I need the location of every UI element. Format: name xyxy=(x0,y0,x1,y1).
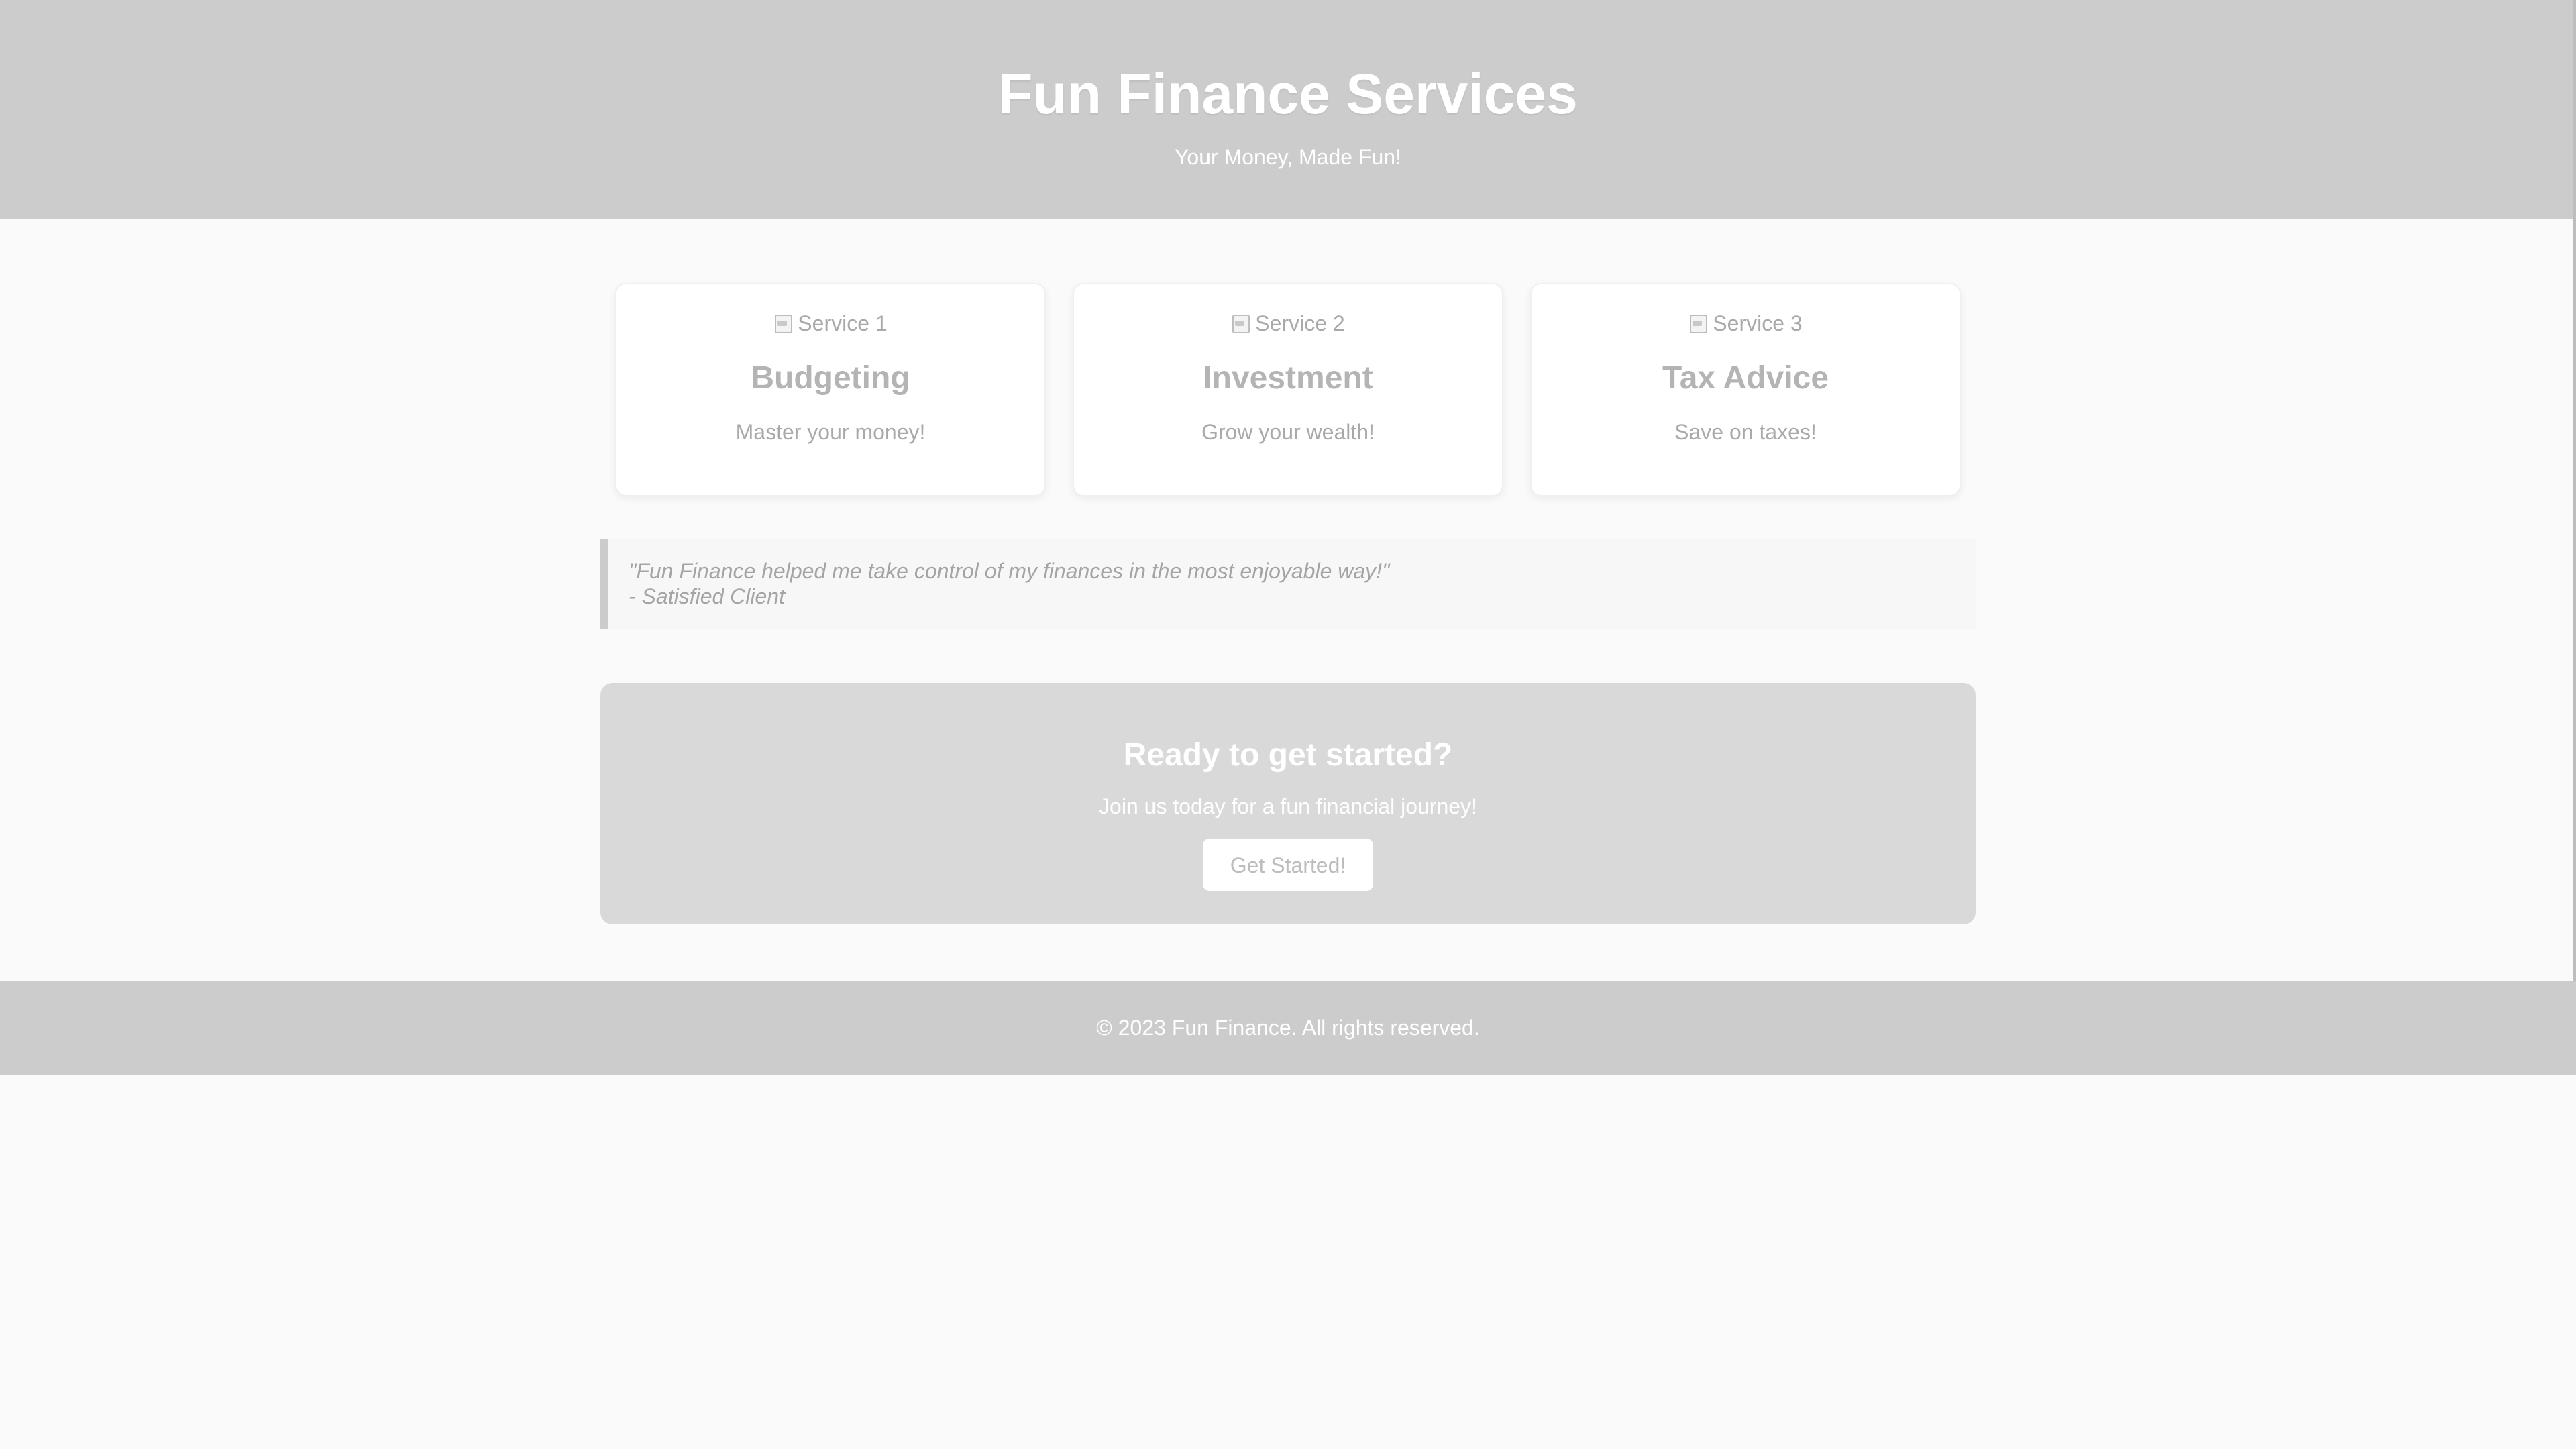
service-image: Service 3 xyxy=(1688,309,1803,338)
cta-title: Ready to get started? xyxy=(1123,737,1453,773)
site-subtitle: Your Money, Made Fun! xyxy=(1175,145,1401,169)
service-description: Grow your wealth! xyxy=(1201,420,1375,444)
service-card-tax-advice: Service 3 Tax Advice Save on taxes! xyxy=(1530,283,1961,496)
service-title: Tax Advice xyxy=(1662,360,1829,396)
service-image: Service 2 xyxy=(1231,309,1345,338)
service-title: Budgeting xyxy=(751,360,910,396)
testimonial-author: - Satisfied Client xyxy=(629,584,785,608)
broken-image-icon xyxy=(773,313,794,334)
service-image-alt: Service 3 xyxy=(1713,311,1803,335)
services-section: Service 1 Budgeting Master your money! S… xyxy=(600,283,1976,496)
service-card-investment: Service 2 Investment Grow your wealth! xyxy=(1073,283,1503,496)
service-title: Investment xyxy=(1203,360,1373,396)
main-content: Service 1 Budgeting Master your money! S… xyxy=(600,219,1976,924)
footer-copyright: © 2023 Fun Finance. All rights reserved. xyxy=(1096,1016,1480,1040)
cta-section: Ready to get started? Join us today for … xyxy=(600,683,1976,924)
site-header: Fun Finance Services Your Money, Made Fu… xyxy=(0,0,2576,219)
testimonial: "Fun Finance helped me take control of m… xyxy=(600,539,1976,629)
scrollbar[interactable] xyxy=(2573,0,2576,1075)
site-title: Fun Finance Services xyxy=(998,62,1578,125)
cta-text: Join us today for a fun financial journe… xyxy=(1099,794,1477,818)
service-image: Service 1 xyxy=(773,309,888,338)
service-description: Save on taxes! xyxy=(1674,420,1817,444)
service-image-alt: Service 1 xyxy=(798,311,888,335)
broken-image-icon xyxy=(1688,313,1709,334)
service-card-budgeting: Service 1 Budgeting Master your money! xyxy=(615,283,1046,496)
testimonial-quote: "Fun Finance helped me take control of m… xyxy=(629,559,1390,583)
get-started-button[interactable]: Get Started! xyxy=(1203,839,1373,891)
broken-image-icon xyxy=(1231,313,1251,334)
service-description: Master your money! xyxy=(735,420,926,444)
service-image-alt: Service 2 xyxy=(1255,311,1345,335)
site-footer: © 2023 Fun Finance. All rights reserved. xyxy=(0,981,2576,1075)
